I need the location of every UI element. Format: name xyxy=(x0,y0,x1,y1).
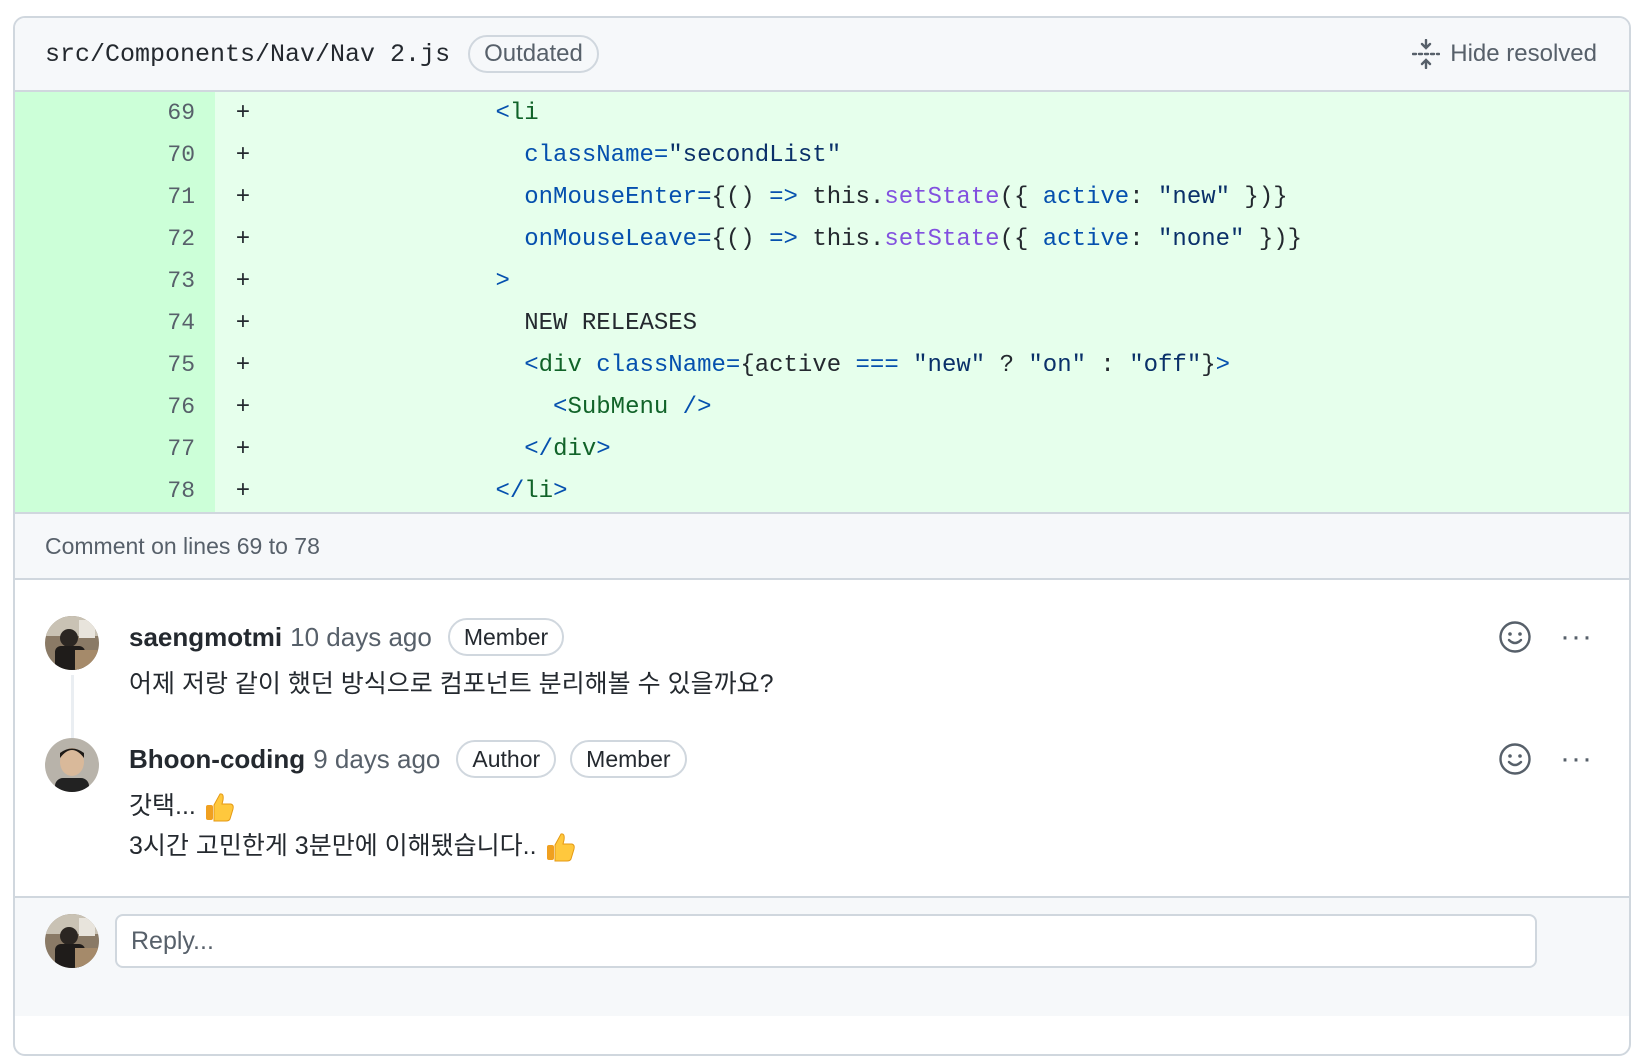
kebab-icon[interactable]: ··· xyxy=(1560,622,1593,652)
comment: Bhoon-coding 9 days ago Author Member ··… xyxy=(15,738,1629,866)
diff-line: 70 + className="secondList" xyxy=(15,134,1629,176)
diff-marker: + xyxy=(235,225,251,253)
line-number[interactable]: 71 xyxy=(15,176,215,218)
review-thread: src/Components/Nav/Nav 2.js Outdated Hid… xyxy=(13,16,1631,1056)
line-number[interactable]: 78 xyxy=(15,470,215,512)
code-line: <li xyxy=(495,99,539,127)
line-number[interactable]: 74 xyxy=(15,302,215,344)
comment-time[interactable]: 10 days ago xyxy=(290,622,432,653)
hide-resolved-label: Hide resolved xyxy=(1450,40,1597,67)
code-line: onMouseEnter={() => this.setState({ acti… xyxy=(524,183,1288,211)
code-line: NEW RELEASES xyxy=(524,309,698,337)
diff-line: 77 + </div> xyxy=(15,428,1629,470)
file-header: src/Components/Nav/Nav 2.js Outdated Hid… xyxy=(15,18,1629,92)
author-badge: Author xyxy=(456,740,557,778)
diff-marker: + xyxy=(235,183,251,211)
diff-line: 73 + > xyxy=(15,260,1629,302)
line-number[interactable]: 77 xyxy=(15,428,215,470)
fold-icon xyxy=(1412,39,1441,69)
reply-input[interactable]: Reply... xyxy=(115,914,1537,968)
diff-line: 72 + onMouseLeave={() => this.setState({… xyxy=(15,218,1629,260)
code-line: > xyxy=(495,267,510,295)
smiley-icon[interactable] xyxy=(1498,620,1532,654)
code-line: <SubMenu /> xyxy=(553,393,712,421)
line-number[interactable]: 75 xyxy=(15,344,215,386)
diff-marker: + xyxy=(235,477,251,505)
hide-resolved-button[interactable]: Hide resolved xyxy=(1412,39,1597,69)
diff-marker: + xyxy=(235,393,251,421)
comment-text: 어제 저랑 같이 했던 방식으로 컴포넌트 분리해볼 수 있을까요? xyxy=(129,670,774,698)
diff-marker: + xyxy=(235,267,251,295)
member-badge: Member xyxy=(570,740,687,778)
avatar[interactable] xyxy=(45,914,99,968)
line-number[interactable]: 76 xyxy=(15,386,215,428)
reply-area: Reply... xyxy=(15,896,1629,1016)
comment-author[interactable]: Bhoon-coding xyxy=(129,744,305,775)
member-badge: Member xyxy=(447,618,565,656)
comment-range-label: Comment on lines 69 to 78 xyxy=(15,514,1629,580)
file-path[interactable]: src/Components/Nav/Nav 2.js xyxy=(45,40,450,69)
comments-list: saengmotmi 10 days ago Member ··· 어제 저랑 … xyxy=(15,580,1629,1016)
thumbs-up-icon xyxy=(546,833,575,862)
diff-marker: + xyxy=(235,351,251,379)
diff-line: 71 + onMouseEnter={() => this.setState({… xyxy=(15,176,1629,218)
avatar[interactable] xyxy=(45,738,99,792)
diff-line: 69 + <li xyxy=(15,92,1629,134)
diff-line: 74 + NEW RELEASES xyxy=(15,302,1629,344)
diff-line: 78 + </li> xyxy=(15,470,1629,512)
diff-block: 69 + <li 70 + className="secondList" 71 … xyxy=(15,92,1629,512)
line-number[interactable]: 72 xyxy=(15,218,215,260)
code-line: </div> xyxy=(524,435,611,463)
diff-line: 75 + <div className={active === "new" ? … xyxy=(15,344,1629,386)
code-line: className="secondList" xyxy=(524,141,842,169)
line-number[interactable]: 70 xyxy=(15,134,215,176)
code-line: onMouseLeave={() => this.setState({ acti… xyxy=(524,225,1303,253)
comment-time[interactable]: 9 days ago xyxy=(313,744,440,775)
line-number[interactable]: 69 xyxy=(15,92,215,134)
kebab-icon[interactable]: ··· xyxy=(1560,744,1593,774)
thumbs-up-icon xyxy=(205,793,234,822)
diff-line: 76 + <SubMenu /> xyxy=(15,386,1629,428)
smiley-icon[interactable] xyxy=(1498,742,1532,776)
diff-marker: + xyxy=(235,99,251,127)
diff-marker: + xyxy=(235,435,251,463)
diff-marker: + xyxy=(235,141,251,169)
comment-text-line: 갓택... xyxy=(129,792,196,820)
outdated-badge: Outdated xyxy=(468,35,599,73)
line-number[interactable]: 73 xyxy=(15,260,215,302)
diff-marker: + xyxy=(235,309,251,337)
code-line: <div className={active === "new" ? "on" … xyxy=(524,351,1231,379)
comment-text: 갓택... 3시간 고민한게 3분만에 이해됐습니다.. xyxy=(129,786,1629,866)
avatar[interactable] xyxy=(45,616,99,670)
comment: saengmotmi 10 days ago Member ··· 어제 저랑 … xyxy=(15,616,1629,704)
comment-text-line: 3시간 고민한게 3분만에 이해됐습니다.. xyxy=(129,832,537,860)
code-line: </li> xyxy=(495,477,568,505)
comment-author[interactable]: saengmotmi xyxy=(129,622,282,653)
